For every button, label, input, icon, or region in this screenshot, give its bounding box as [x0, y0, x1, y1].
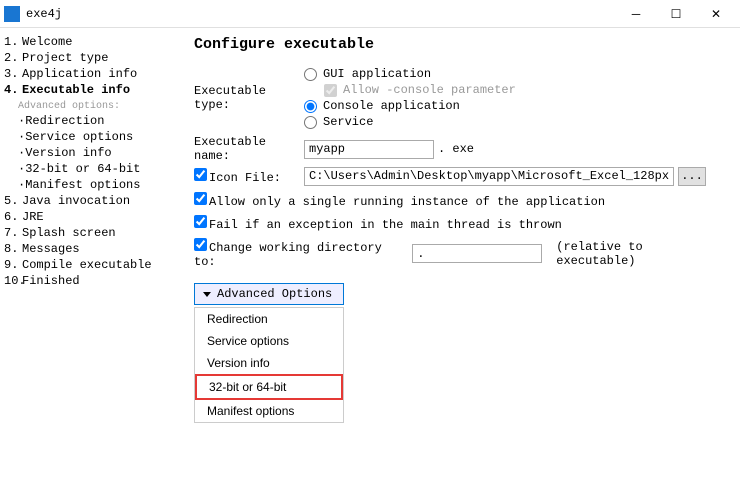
substep-redirection[interactable]: Redirection: [4, 113, 174, 129]
step-jre[interactable]: 6.JRE: [4, 209, 174, 225]
icon-file-input[interactable]: [304, 167, 674, 186]
advanced-options-menu: Redirection Service options Version info…: [194, 307, 344, 423]
radio-gui-application[interactable]: GUI application: [304, 67, 516, 81]
browse-button[interactable]: ...: [678, 167, 706, 186]
step-compile-executable[interactable]: 9.Compile executable: [4, 257, 174, 273]
step-executable-info[interactable]: 4.Executable info: [4, 82, 174, 98]
substep-version-info[interactable]: Version info: [4, 145, 174, 161]
window-controls: ─ ☐ ✕: [616, 1, 736, 27]
exe-type-label: Executable type:: [194, 84, 304, 112]
radio-service[interactable]: Service: [304, 115, 516, 129]
minimize-button[interactable]: ─: [616, 1, 656, 27]
step-finished[interactable]: 10.Finished: [4, 273, 174, 289]
radio-console-application[interactable]: Console application: [304, 99, 516, 113]
icon-file-checkbox[interactable]: Icon File:: [194, 168, 304, 185]
main-panel: Configure executable Executable type: GU…: [178, 28, 740, 503]
relative-hint: (relative to executable): [556, 240, 724, 268]
step-java-invocation[interactable]: 5.Java invocation: [4, 193, 174, 209]
checkbox-single-instance[interactable]: Allow only a single running instance of …: [194, 192, 605, 209]
substep-32-64-bit[interactable]: 32-bit or 64-bit: [4, 161, 174, 177]
menu-item-service-options[interactable]: Service options: [195, 330, 343, 352]
menu-item-redirection[interactable]: Redirection: [195, 308, 343, 330]
app-icon: [4, 6, 20, 22]
advanced-options-button[interactable]: Advanced Options: [194, 283, 344, 305]
advanced-options-header: Advanced options:: [4, 100, 174, 113]
step-welcome[interactable]: 1.Welcome: [4, 34, 174, 50]
step-splash-screen[interactable]: 7.Splash screen: [4, 225, 174, 241]
page-title: Configure executable: [194, 36, 724, 53]
chevron-down-icon: [203, 292, 211, 297]
titlebar: exe4j ─ ☐ ✕: [0, 0, 740, 28]
maximize-button[interactable]: ☐: [656, 1, 696, 27]
menu-item-manifest-options[interactable]: Manifest options: [195, 400, 343, 422]
step-project-type[interactable]: 2.Project type: [4, 50, 174, 66]
exe-extension-label: . exe: [438, 142, 474, 156]
working-dir-input[interactable]: [412, 244, 542, 263]
menu-item-version-info[interactable]: Version info: [195, 352, 343, 374]
close-button[interactable]: ✕: [696, 1, 736, 27]
wizard-sidebar: 1.Welcome 2.Project type 3.Application i…: [0, 28, 178, 503]
menu-item-32-64-bit[interactable]: 32-bit or 64-bit: [195, 374, 343, 400]
step-messages[interactable]: 8.Messages: [4, 241, 174, 257]
exe-name-input[interactable]: [304, 140, 434, 159]
checkbox-fail-exception[interactable]: Fail if an exception in the main thread …: [194, 215, 562, 232]
substep-manifest-options[interactable]: Manifest options: [4, 177, 174, 193]
window-title: exe4j: [26, 7, 616, 21]
step-application-info[interactable]: 3.Application info: [4, 66, 174, 82]
exe-name-label: Executable name:: [194, 135, 304, 163]
checkbox-change-dir[interactable]: Change working directory to:: [194, 238, 404, 269]
substep-service-options[interactable]: Service options: [4, 129, 174, 145]
checkbox-allow-console: Allow -console parameter: [304, 83, 516, 97]
